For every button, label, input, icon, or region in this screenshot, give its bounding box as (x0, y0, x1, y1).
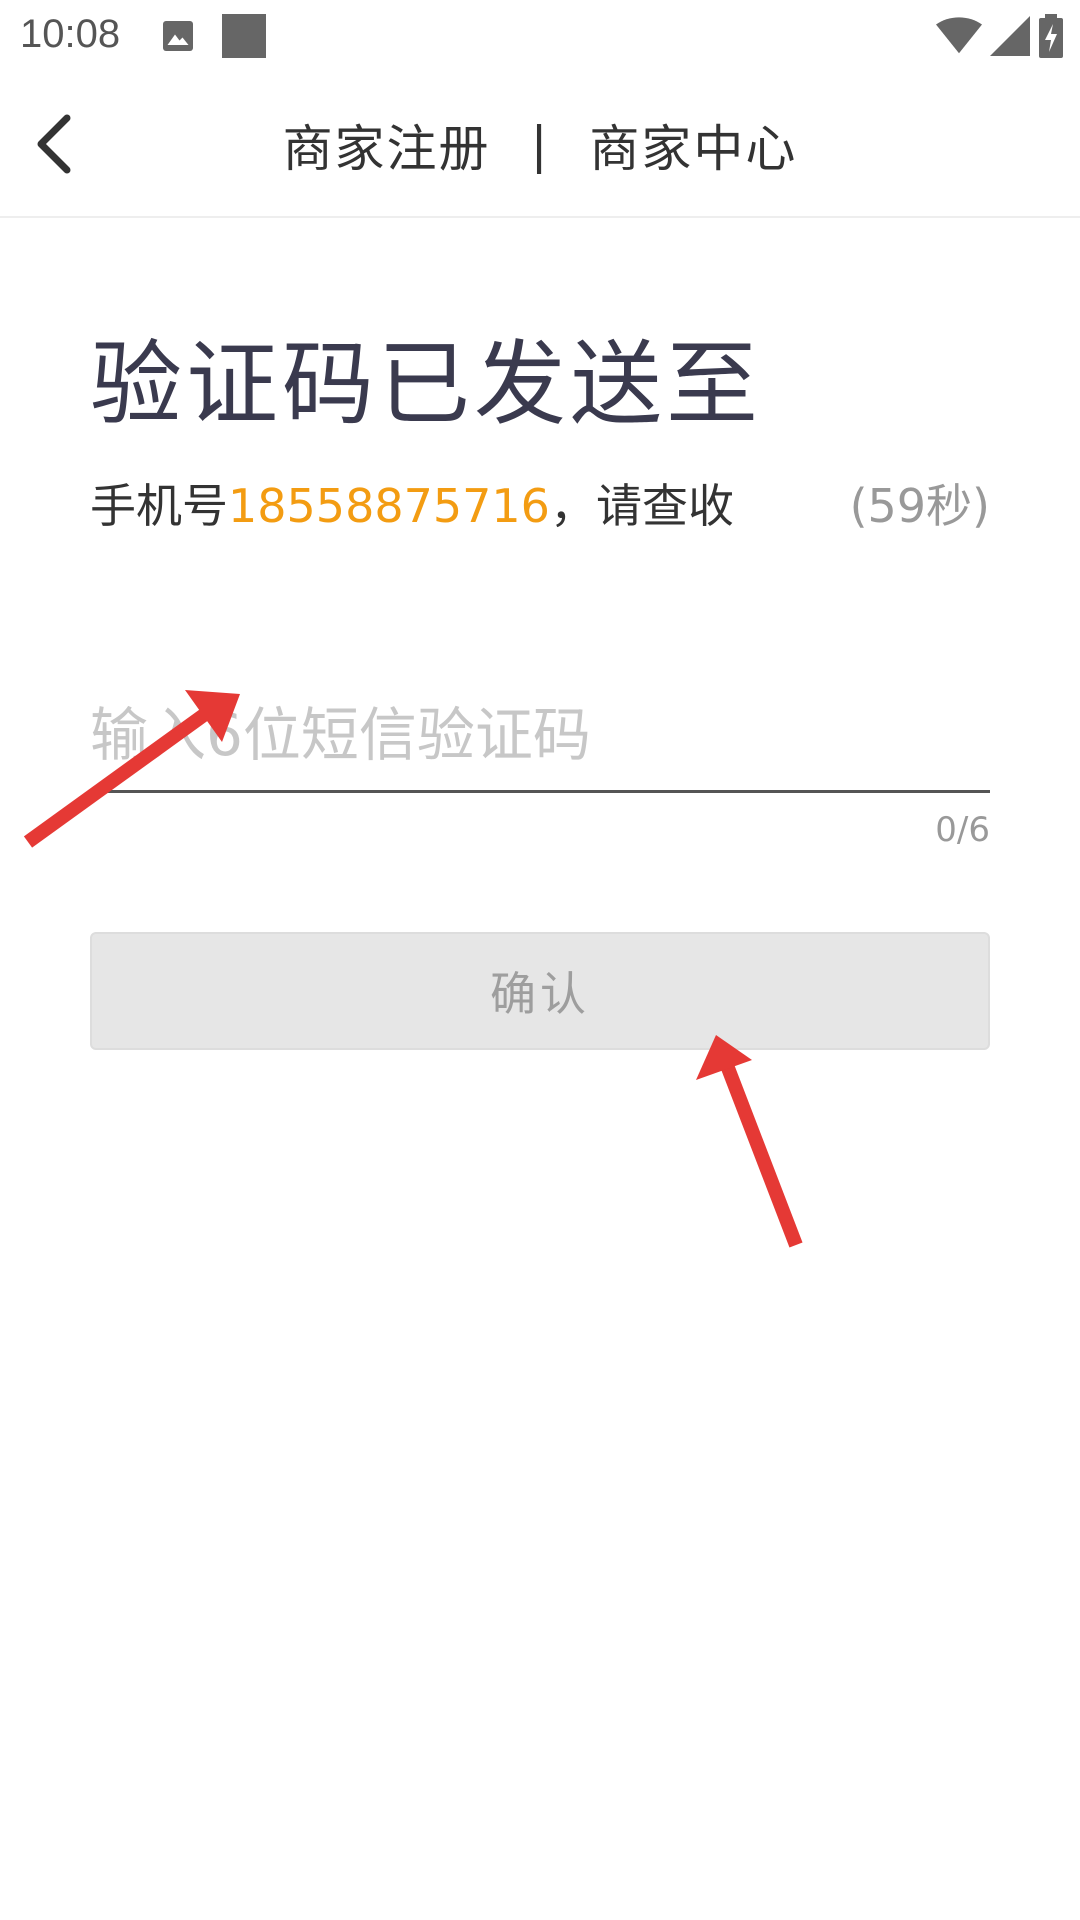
resend-countdown[interactable]: (59秒) (850, 470, 990, 536)
image-icon (163, 21, 193, 51)
char-counter: 0/6 (935, 810, 990, 850)
signal-icon (990, 16, 1030, 56)
title-merchant-register[interactable]: 商家注册 (283, 109, 491, 181)
header: 商家注册 | 商家中心 (0, 72, 1080, 218)
status-time: 10:08 (20, 12, 121, 56)
status-right-icons (928, 14, 1064, 58)
phone-prefix: 手机号 (90, 479, 228, 533)
phone-suffix: ，请查收 (549, 479, 734, 533)
title-merchant-center[interactable]: 商家中心 (589, 109, 797, 181)
battery-charging-icon (1039, 14, 1063, 58)
confirm-button[interactable]: 确认 (90, 932, 990, 1050)
page-heading: 验证码已发送至 (90, 331, 763, 438)
sms-code-input[interactable] (90, 680, 990, 793)
phone-number: 18558875716 (228, 479, 550, 533)
arrow-to-confirm (696, 1035, 803, 1248)
wifi-icon (936, 17, 982, 54)
status-bar: 10:08 (0, 0, 1080, 72)
square-notification-icon (222, 14, 266, 58)
title-separator: | (530, 116, 550, 174)
header-title: 商家注册 | 商家中心 (0, 110, 1080, 180)
